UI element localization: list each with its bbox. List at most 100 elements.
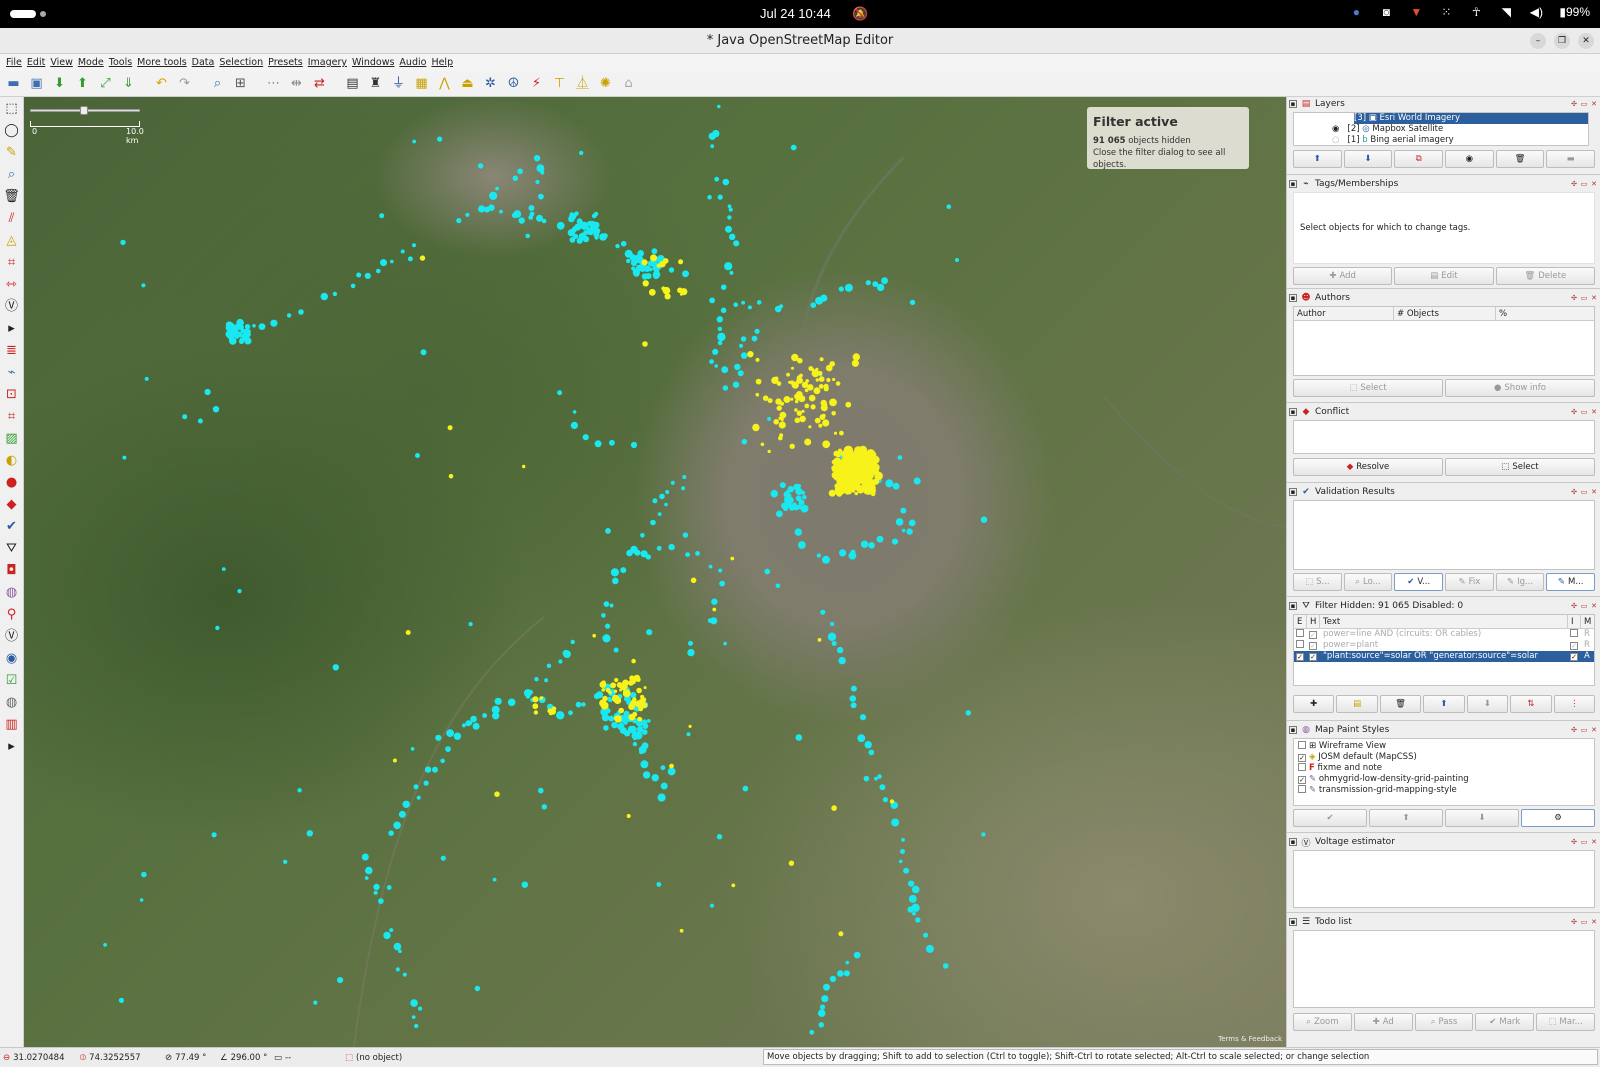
filter-row[interactable]: ✓ ✓ "plant:source"=solar OR "generator:s…	[1294, 651, 1594, 662]
power-line-node[interactable]	[465, 212, 470, 217]
close-icon[interactable]: ✕	[1590, 100, 1598, 108]
power-line-node[interactable]	[682, 475, 687, 479]
power-line-node[interactable]	[211, 832, 217, 838]
solar-feature[interactable]	[796, 375, 802, 380]
power-line-node[interactable]	[657, 793, 666, 802]
power-line-node[interactable]	[573, 233, 579, 239]
detach-icon[interactable]: ▭	[1580, 294, 1588, 302]
solar-feature[interactable]	[814, 417, 821, 424]
layer-more-button[interactable]: ▬	[1546, 150, 1596, 168]
power-line-node[interactable]	[197, 418, 203, 424]
sort-filter-button[interactable]: ⇅	[1510, 695, 1552, 713]
power-line-node[interactable]	[535, 179, 540, 185]
power-line-node[interactable]	[668, 267, 675, 273]
power-line-node[interactable]	[651, 774, 659, 782]
zoom-to-download-icon[interactable]: ⤢	[96, 74, 115, 93]
power-line-node[interactable]	[584, 225, 590, 230]
close-icon[interactable]: ✕	[1590, 294, 1598, 302]
transformer-icon[interactable]: ⚡	[527, 74, 546, 93]
style-checkbox[interactable]	[1298, 763, 1306, 771]
authors-select-button[interactable]: ⬚ Select	[1293, 379, 1443, 397]
power-line-node[interactable]	[410, 999, 418, 1007]
validation-header[interactable]: ▪ ✔ Validation Results ✣ ▭ ✕	[1287, 485, 1600, 499]
power-line-node[interactable]	[492, 877, 497, 882]
detach-icon[interactable]: ▭	[1580, 488, 1588, 496]
power-line-node[interactable]	[617, 722, 625, 731]
power-line-node[interactable]	[734, 363, 741, 371]
power-line-node[interactable]	[787, 486, 794, 493]
power-line-node[interactable]	[912, 911, 916, 916]
align-nodes-icon[interactable]: ⋯	[264, 74, 283, 93]
imagery-offset-icon[interactable]: ▥	[3, 715, 21, 734]
power-line-node[interactable]	[754, 328, 760, 334]
volume-icon[interactable]: ◀)	[1529, 5, 1543, 19]
zoom-slider[interactable]: 0 10.0 km	[30, 103, 144, 145]
power-line-node[interactable]	[626, 258, 631, 264]
download-icon[interactable]: ⬇	[50, 74, 69, 93]
filter-inverted-checkbox[interactable]: ✓	[1570, 653, 1578, 661]
fix-button[interactable]: ✎ Fix	[1445, 573, 1494, 591]
power-line-node[interactable]	[716, 316, 723, 323]
power-line-node[interactable]	[642, 771, 651, 779]
power-line-node[interactable]	[141, 871, 147, 878]
solar-feature[interactable]	[631, 679, 636, 685]
solar-feature[interactable]	[829, 398, 837, 407]
collapse-icon[interactable]: ▪	[1289, 100, 1297, 108]
power-line-node[interactable]	[764, 568, 771, 575]
power-line-node[interactable]	[601, 713, 610, 722]
collapse-icon[interactable]: ▪	[1289, 294, 1297, 302]
solar-feature[interactable]	[822, 405, 828, 412]
solar-feature[interactable]	[610, 682, 617, 689]
collapse-icon[interactable]: ▪	[1289, 918, 1297, 926]
brave-tray-icon[interactable]: ▼	[1409, 5, 1423, 19]
power-line-node[interactable]	[244, 324, 251, 330]
settings-icon[interactable]: ✣	[1570, 408, 1578, 416]
substation-preset-icon[interactable]: ▤	[343, 74, 362, 93]
settings-icon[interactable]: ✣	[1570, 488, 1578, 496]
power-line-node[interactable]	[393, 821, 401, 830]
power-line-node[interactable]	[779, 482, 786, 489]
clock[interactable]: Jul 24 10:44	[760, 6, 831, 21]
solar-feature[interactable]	[669, 763, 674, 769]
power-line-node[interactable]	[518, 217, 525, 224]
apps-grid-icon[interactable]: ⁙	[1439, 5, 1453, 19]
settings-icon[interactable]: ✣	[1570, 726, 1578, 734]
power-line-node[interactable]	[258, 323, 266, 330]
solar-feature[interactable]	[650, 254, 657, 262]
solar-feature[interactable]	[844, 452, 853, 461]
system-tray[interactable]: ● ◙ ▼ ⁙ ☥ ◥ ◀) ▮99%	[1349, 5, 1590, 19]
power-line-node[interactable]	[416, 795, 421, 800]
power-line-node[interactable]	[650, 519, 656, 526]
tags-header[interactable]: ▪ ⌁ Tags/Memberships ✣ ▭ ✕	[1287, 177, 1600, 191]
power-line-node[interactable]	[364, 272, 371, 279]
power-line-node[interactable]	[620, 567, 627, 574]
solar-feature[interactable]	[833, 431, 838, 435]
solar-feature[interactable]	[755, 357, 760, 362]
add-filter-button[interactable]: ✚	[1293, 695, 1335, 713]
solar-feature[interactable]	[828, 489, 836, 497]
power-line-node[interactable]	[611, 721, 618, 729]
power-line-node[interactable]	[398, 810, 406, 818]
power-line-node[interactable]	[570, 421, 579, 429]
solar-feature[interactable]	[661, 286, 666, 291]
power-line-node[interactable]	[364, 876, 369, 880]
power-line-node[interactable]	[877, 774, 882, 779]
workspace-dot[interactable]	[40, 11, 46, 17]
solar-feature[interactable]	[808, 425, 812, 429]
filter-enabled-checkbox[interactable]	[1296, 629, 1304, 637]
power-line-node[interactable]	[270, 319, 278, 327]
power-line-node[interactable]	[829, 975, 837, 983]
power-line-node[interactable]	[624, 249, 633, 258]
power-line-node[interactable]	[581, 702, 586, 707]
power-line-node[interactable]	[528, 215, 534, 220]
solar-feature[interactable]	[656, 263, 661, 268]
solar-feature[interactable]	[755, 378, 762, 385]
power-line-node[interactable]	[710, 903, 714, 908]
power-line-node[interactable]	[507, 698, 516, 707]
power-line-node[interactable]	[525, 233, 530, 239]
conflict-icon[interactable]: ◆	[3, 495, 21, 514]
power-line-node[interactable]	[853, 951, 861, 959]
solar-feature[interactable]	[636, 687, 642, 694]
reverse-way-icon[interactable]: ⇄	[310, 74, 329, 93]
power-line-node[interactable]	[818, 1022, 824, 1028]
